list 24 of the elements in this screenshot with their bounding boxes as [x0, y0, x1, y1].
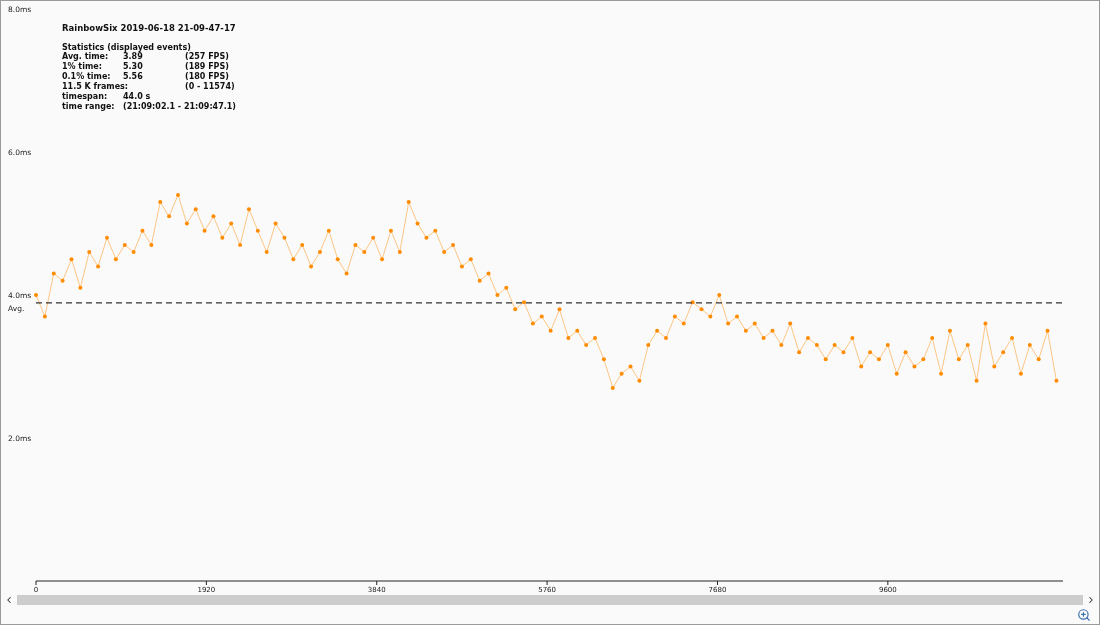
- stat-fps: (189 FPS): [185, 62, 230, 72]
- stat-fps: (0 - 11574): [185, 82, 236, 92]
- stat-value: 5.56: [123, 72, 144, 82]
- x-tick: [716, 580, 718, 586]
- x-tick: [205, 580, 207, 586]
- stat-label: 0.1% time:: [62, 72, 112, 82]
- stat-label: timespan:: [62, 92, 109, 102]
- stat-value: (21:09:02.1 - 21:09:47.1): [123, 102, 236, 112]
- scrollbar-thumb[interactable]: [17, 595, 1083, 605]
- stat-value: 44.0 s: [123, 92, 152, 102]
- stat-label: Avg. time:: [62, 52, 109, 62]
- recording-title: RainbowSix 2019-06-18 21-09-47-17: [62, 23, 236, 33]
- stat-value: 3.89: [123, 52, 143, 62]
- x-tick: [35, 580, 37, 586]
- stat-fps: (180 FPS): [185, 72, 230, 82]
- x-tick: [887, 580, 889, 586]
- x-tick: [546, 580, 548, 586]
- stat-value: 5.30: [123, 62, 144, 72]
- statistics-heading: Statistics (displayed events): [62, 43, 192, 52]
- zoom-icon[interactable]: [1077, 608, 1091, 622]
- stat-label: 1% time:: [62, 62, 103, 72]
- stat-fps: (257 FPS): [185, 52, 230, 62]
- stat-label: time range:: [62, 102, 116, 112]
- x-tick: [376, 580, 378, 586]
